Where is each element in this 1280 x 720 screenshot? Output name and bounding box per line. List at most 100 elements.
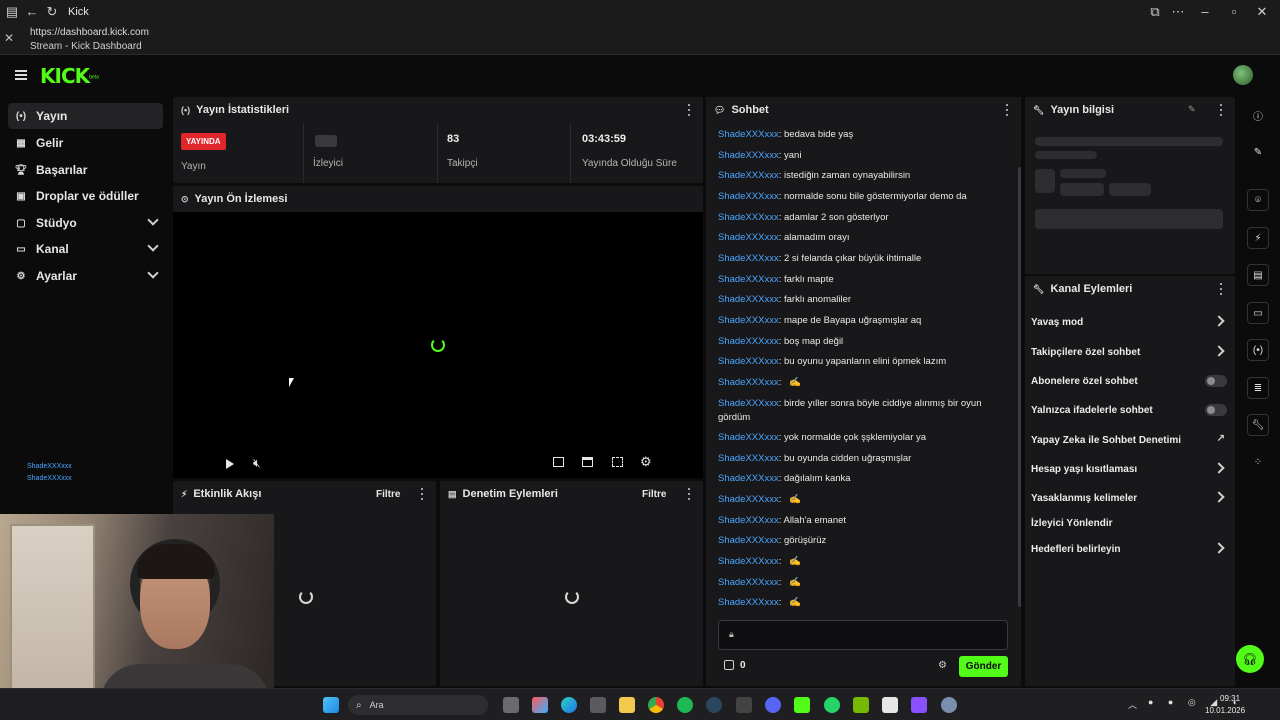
taskbar-date[interactable]: 10.01.2026	[1205, 706, 1245, 715]
chat-message[interactable]: ShadeXXXxxx: ✍	[718, 376, 1008, 390]
taskbar-search[interactable]: ⌕ Ara	[348, 695, 488, 715]
steam-icon[interactable]	[706, 697, 722, 713]
chat-username[interactable]: ShadeXXXxxx	[718, 398, 779, 409]
app-icon[interactable]	[941, 697, 957, 713]
chat-username[interactable]: ShadeXXXxxx	[718, 212, 779, 223]
reload-icon[interactable]: ↻	[42, 2, 62, 22]
g-app-icon[interactable]	[882, 697, 898, 713]
chat-settings-gear-icon[interactable]: ⚙	[938, 660, 947, 671]
chrome-icon[interactable]	[648, 697, 664, 713]
support-headset-icon[interactable]: 🎧︎	[1236, 645, 1264, 673]
chat-username[interactable]: ShadeXXXxxx	[718, 453, 779, 464]
camera-icon[interactable]: ⌾	[1247, 189, 1269, 211]
kick-logo[interactable]: KICKbeta	[40, 64, 99, 88]
whatsapp-icon[interactable]	[824, 697, 840, 713]
chat-message[interactable]: ShadeXXXxxx: ✍	[718, 555, 1008, 569]
windows-start-icon[interactable]	[323, 697, 339, 713]
chat-username[interactable]: ShadeXXXxxx	[718, 577, 779, 588]
maximize-icon[interactable]: ▫	[1224, 2, 1244, 22]
chat-message[interactable]: ShadeXXXxxx: normalde sonu bile göstermi…	[718, 190, 1008, 204]
chat-message[interactable]: ShadeXXXxxx: Allah'a emanet	[718, 514, 1008, 528]
channel-action-takipci-sohbet[interactable]: Takipçilere özel sohbet	[1031, 344, 1227, 360]
chat-message[interactable]: ShadeXXXxxx: farklı mapte	[718, 273, 1008, 287]
discord-icon[interactable]	[765, 697, 781, 713]
chat-message[interactable]: ShadeXXXxxx: mape de Bayapa uğraşmışlar …	[718, 314, 1008, 328]
tray-chevron-icon[interactable]: ︿	[1128, 698, 1137, 711]
document-icon[interactable]: ▤	[1247, 264, 1269, 286]
settings-gear-icon[interactable]: ⚙	[640, 454, 652, 470]
send-button[interactable]: Gönder	[959, 656, 1008, 677]
wrench-icon[interactable]: 🔧︎	[1247, 414, 1269, 436]
chat-message[interactable]: ShadeXXXxxx: boş map değil	[718, 335, 1008, 349]
chat-message[interactable]: ShadeXXXxxx: bu oyunda cidden uğraşmışla…	[718, 452, 1008, 466]
chat-message[interactable]: ShadeXXXxxx: bedava bide yaş	[718, 128, 1008, 142]
more-menu-icon[interactable]: ⋯	[1168, 2, 1188, 22]
sidebar-item-kanal[interactable]: ▭ Kanal	[8, 236, 163, 262]
pip-icon[interactable]	[553, 457, 564, 467]
info-icon[interactable]: ⓘ	[1247, 104, 1269, 126]
chat-username[interactable]: ShadeXXXxxx	[718, 129, 779, 140]
channel-action-hesap-yasi[interactable]: Hesap yaşı kısıtlaması	[1031, 461, 1227, 477]
edit-pencil-icon[interactable]: ✎	[1188, 104, 1196, 115]
chat-username[interactable]: ShadeXXXxxx	[718, 315, 779, 326]
chat-message[interactable]: ShadeXXXxxx: adamlar 2 son gösterlyor	[718, 211, 1008, 225]
broadcast-icon[interactable]: (•)	[1247, 339, 1269, 361]
chat-username[interactable]: ShadeXXXxxx	[718, 432, 779, 443]
fullscreen-icon[interactable]	[612, 457, 623, 467]
spotify-icon[interactable]	[677, 697, 693, 713]
sidebar-item-ayarlar[interactable]: ⚙ Ayarlar	[8, 263, 163, 289]
chat-username[interactable]: ShadeXXXxxx	[718, 191, 779, 202]
channel-action-yasakli-kelimeler[interactable]: Yasaklanmış kelimeler	[1031, 490, 1227, 506]
chat-message[interactable]: ShadeXXXxxx: görüşürüz	[718, 534, 1008, 548]
kebab-menu-icon[interactable]	[1005, 104, 1009, 116]
close-window-icon[interactable]: ✕	[1252, 2, 1272, 22]
chat-username[interactable]: ShadeXXXxxx	[718, 515, 779, 526]
sidebar-item-droplar[interactable]: ▣ Droplar ve ödüller	[8, 183, 163, 209]
channel-action-hedefler[interactable]: Hedefleri belirleyin	[1031, 541, 1227, 557]
chat-username[interactable]: ShadeXXXxxx	[718, 336, 779, 347]
kebab-menu-icon[interactable]	[1219, 283, 1223, 295]
chat-username[interactable]: ShadeXXXxxx	[718, 377, 779, 388]
hamburger-menu-icon[interactable]	[15, 70, 27, 80]
chat-message[interactable]: ShadeXXXxxx: yani	[718, 149, 1008, 163]
chat-message[interactable]: ShadeXXXxxx: bu oyunu yapanların elini ö…	[718, 355, 1008, 369]
toggle-switch[interactable]	[1205, 375, 1227, 387]
edit-pencil-icon[interactable]: ✎	[1247, 141, 1269, 163]
chat-bubble-icon[interactable]: ▭	[1247, 302, 1269, 324]
visual-studio-icon[interactable]	[911, 697, 927, 713]
chat-message[interactable]: ShadeXXXxxx: alamadım orayı	[718, 231, 1008, 245]
sidebar-toggle-icon[interactable]: ▤	[2, 2, 22, 22]
chat-message[interactable]: ShadeXXXxxx: 2 si felanda çıkar büyük ih…	[718, 252, 1008, 266]
chat-username[interactable]: ShadeXXXxxx	[718, 535, 779, 546]
chat-message[interactable]: ShadeXXXxxx: istediğin zaman oynayabilir…	[718, 169, 1008, 183]
stack-icon[interactable]: ≣	[1247, 377, 1269, 399]
app-icon[interactable]: ⧉	[1145, 2, 1165, 22]
back-icon[interactable]: ←	[22, 2, 42, 22]
channel-action-ai-denetim[interactable]: Yapay Zeka ile Sohbet Denetimi ↗	[1031, 432, 1227, 448]
channel-action-izleyici-yonlendir[interactable]: İzleyici Yönlendir	[1031, 515, 1227, 531]
store-icon[interactable]	[590, 697, 606, 713]
url-text[interactable]: https://dashboard.kick.com	[30, 27, 149, 38]
app-icon[interactable]	[736, 697, 752, 713]
sidebar-item-gelir[interactable]: ▦ Gelir	[8, 130, 163, 156]
taskbar-time[interactable]: 09:31	[1220, 694, 1240, 703]
kebab-menu-icon[interactable]	[687, 488, 691, 500]
chat-username[interactable]: ShadeXXXxxx	[718, 274, 779, 285]
chat-input[interactable]: 🔒︎	[718, 620, 1008, 650]
avatar[interactable]	[1233, 65, 1253, 85]
chat-username[interactable]: ShadeXXXxxx	[718, 356, 779, 367]
sidebar-item-basarilar[interactable]: 🏆︎ Başarılar	[8, 157, 163, 183]
kebab-menu-icon[interactable]	[687, 104, 691, 116]
chat-message[interactable]: ShadeXXXxxx: ✍	[718, 596, 1008, 610]
share-nodes-icon[interactable]: ⁘	[1247, 451, 1269, 473]
chat-username[interactable]: ShadeXXXxxx	[718, 232, 779, 243]
minimize-icon[interactable]: –	[1195, 2, 1215, 22]
channel-action-yavas-mod[interactable]: Yavaş mod	[1031, 314, 1227, 330]
nvidia-icon[interactable]	[853, 697, 869, 713]
kick-app-icon[interactable]	[794, 697, 810, 713]
chat-username[interactable]: ShadeXXXxxx	[718, 294, 779, 305]
chat-message[interactable]: ShadeXXXxxx: ✍	[718, 576, 1008, 590]
edge-icon[interactable]	[561, 697, 577, 713]
chat-username[interactable]: ShadeXXXxxx	[718, 473, 779, 484]
chat-message[interactable]: ShadeXXXxxx: farklı anomaliler	[718, 293, 1008, 307]
